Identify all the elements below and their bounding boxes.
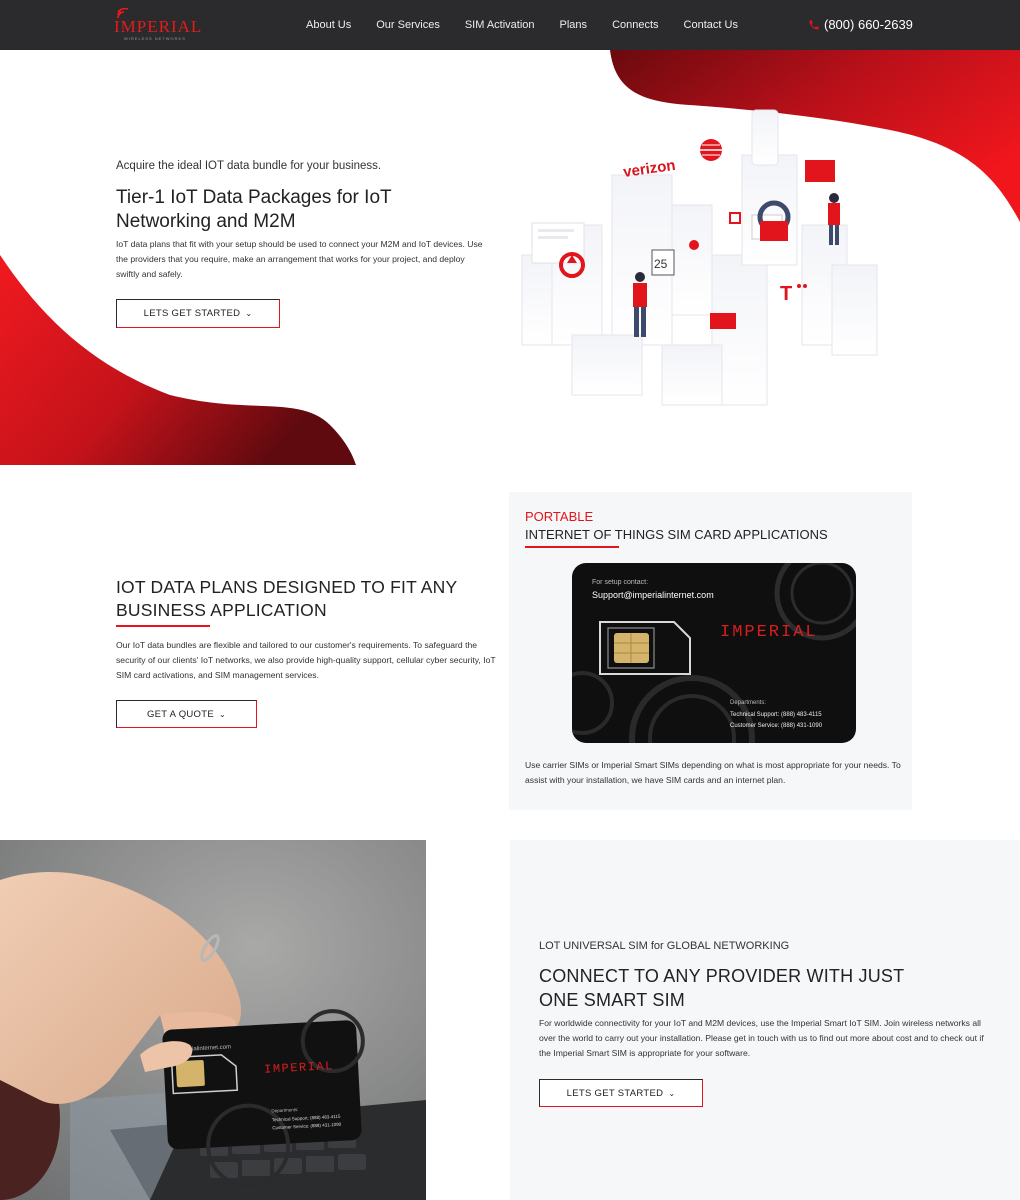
lets-get-started-button[interactable]: LETS GET STARTED ⌄ [116,299,280,328]
sim-brand: IMPERIAL [720,623,818,642]
portable-kicker: PORTABLE [525,509,594,524]
hero-red-wave-left [0,255,356,465]
sim-card-image: For setup contact: Support@imperialinter… [572,563,856,743]
support-email: Support@imperialinternet.com [592,590,714,600]
tmobile-logo-text: T [780,283,792,305]
photo-illustration: imperialinternet.com IMPERIAL Department… [0,840,426,1200]
nav-plans[interactable]: Plans [560,19,588,31]
customer-service-line: Customer Service: (888) 431-1090 [730,723,823,729]
button-label: LETS GET STARTED [143,308,241,319]
phone-link[interactable]: (800) 660-2639 [808,17,913,32]
hero-title: Tier-1 IoT Data Packages for IoT Network… [116,187,392,232]
logo-text: IMPERIAL [114,17,203,36]
chevron-down-icon: ⌄ [219,709,227,719]
technical-support-line: Technical Support: (888) 483-4115 [730,712,822,718]
logo-subtitle: WIRELESS NETWORKS [124,36,186,41]
nav-contact-us[interactable]: Contact Us [684,19,738,31]
plans-title: IOT DATA PLANS DESIGNED TO FIT ANY BUSIN… [116,577,458,620]
nav-sim-activation[interactable]: SIM Activation [465,19,535,31]
hero-kicker: Acquire the ideal IOT data bundle for yo… [116,160,382,172]
chevron-down-icon: ⌄ [668,1088,676,1098]
calendar-date: 25 [654,257,668,271]
main-menu: About Us Our Services SIM Activation Pla… [306,19,763,31]
nav-connects[interactable]: Connects [612,19,658,31]
plans-description: Our IoT data bundles are flexible and ta… [116,640,496,680]
nav-about-us[interactable]: About Us [306,19,351,31]
chevron-down-icon: ⌄ [245,309,253,318]
universal-kicker: LOT UNIVERSAL SIM for GLOBAL NETWORKING [539,940,790,952]
button-label: GET A QUOTE [146,708,214,720]
get-a-quote-button[interactable]: GET A QUOTE ⌄ [116,700,257,728]
hero-description: IoT data plans that fit with your setup … [116,239,483,279]
hand-holding-sim-photo: imperialinternet.com IMPERIAL Department… [0,840,426,1200]
universal-description: For worldwide connectivity for your IoT … [539,1018,984,1058]
lets-get-started-button-bottom[interactable]: LETS GET STARTED ⌄ [539,1079,703,1107]
universal-title: CONNECT TO ANY PROVIDER WITH JUST ONE SM… [539,966,904,1010]
setup-label: For setup contact: [592,579,649,586]
portable-description: Use carrier SIMs or Imperial Smart SIMs … [525,760,901,785]
title-underline [116,625,210,627]
departments-label: Departments: [730,700,767,706]
title-underline [525,546,619,548]
nav-our-services[interactable]: Our Services [376,19,440,31]
iot-isometric-illustration: verizon 25 T [521,109,878,406]
portable-title: INTERNET OF THINGS SIM CARD APPLICATIONS [525,527,828,542]
logo[interactable]: IMPERIAL WIRELESS NETWORKS [114,8,206,42]
sim-chip-icon [599,621,691,675]
top-navigation: IMPERIAL WIRELESS NETWORKS About Us Our … [0,0,1020,50]
button-label: LETS GET STARTED [566,1087,664,1099]
phone-icon [809,20,819,29]
phone-number: (800) 660-2639 [824,17,913,32]
